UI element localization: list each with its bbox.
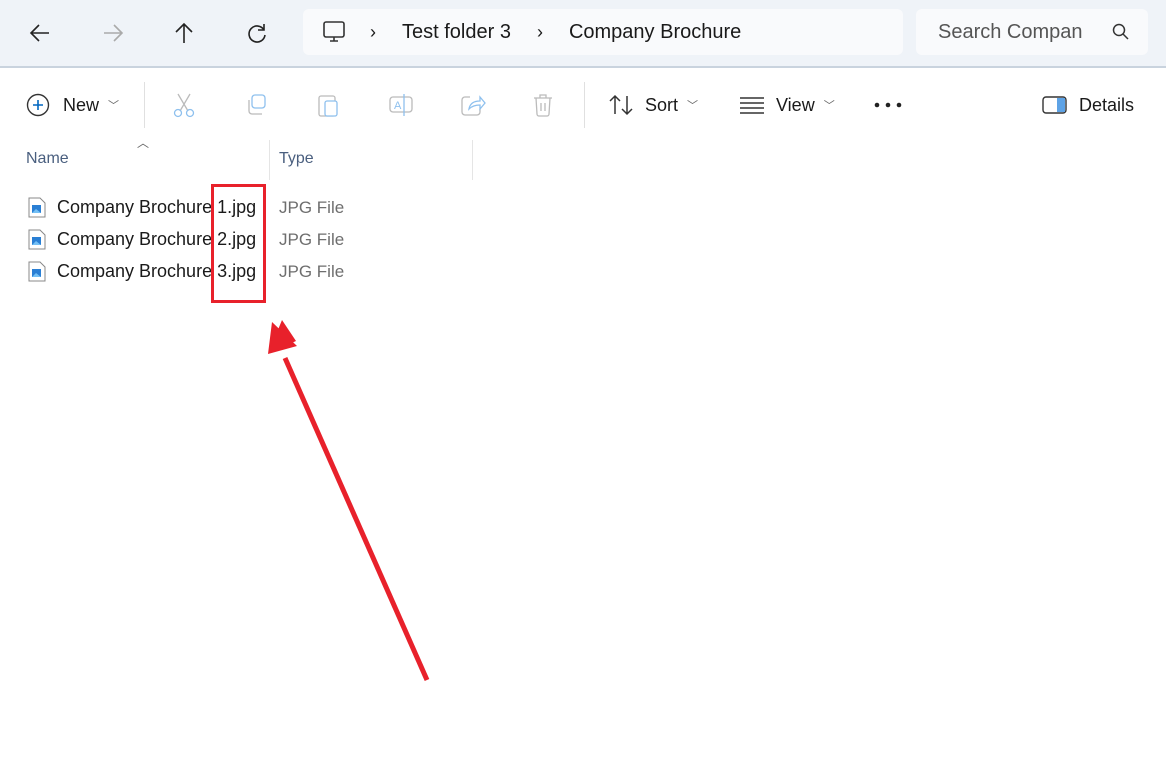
- annotation-arrow: [268, 320, 430, 682]
